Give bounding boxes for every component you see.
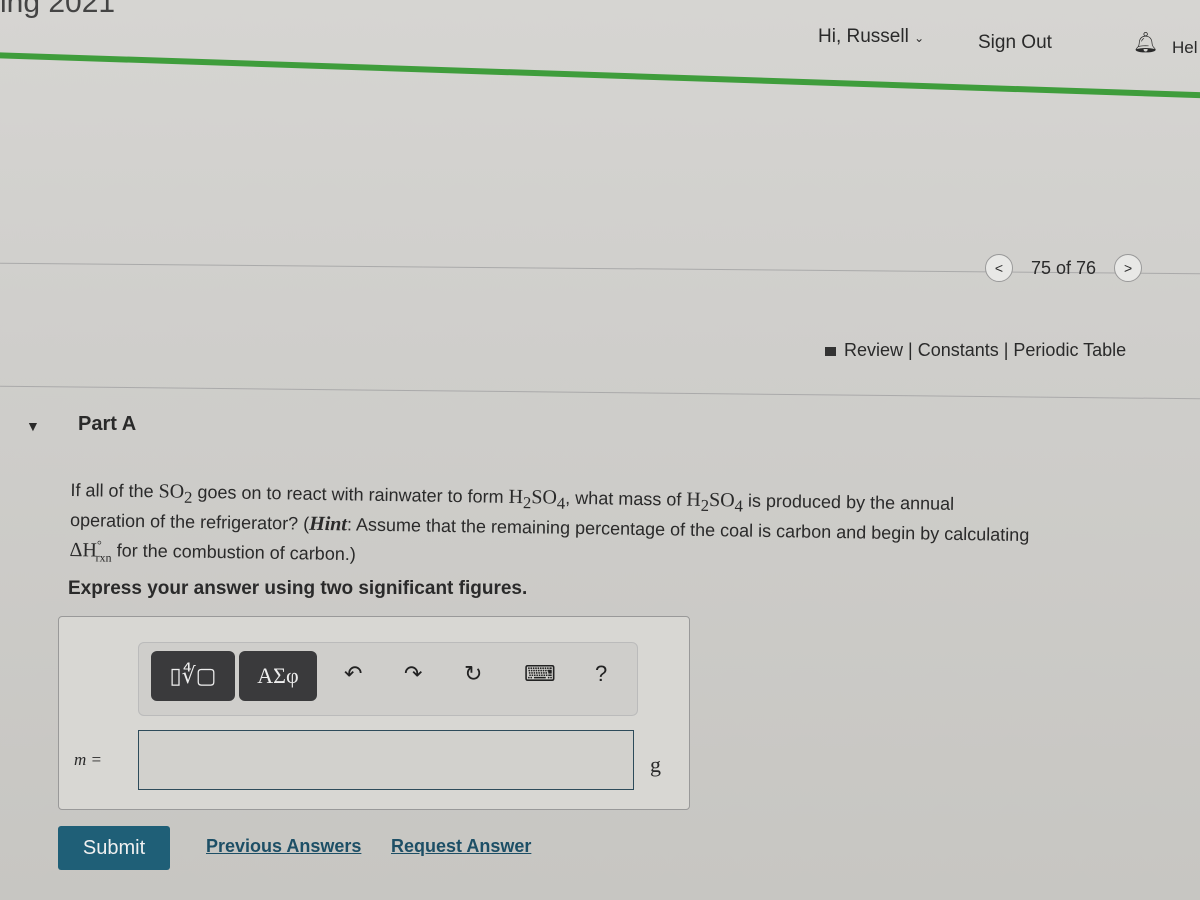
undo-icon[interactable]: ↶	[344, 661, 362, 687]
header-divider	[0, 52, 1200, 100]
math-toolbar: ▯∜▢ ΑΣφ ↶ ↷ ↻ ⌨ ?	[138, 642, 638, 716]
redo-icon[interactable]: ↷	[404, 661, 422, 687]
prev-item-button[interactable]: <	[985, 254, 1013, 282]
greeting-text: Hi, Russell	[818, 26, 909, 47]
instruction-text: Express your answer using two significan…	[68, 578, 528, 599]
keyboard-icon[interactable]: ⌨	[524, 661, 556, 687]
request-answer-link[interactable]: Request Answer	[391, 836, 531, 857]
answer-input[interactable]	[138, 730, 634, 790]
greek-symbols-button[interactable]: ΑΣφ	[239, 651, 317, 701]
divider	[0, 385, 1200, 400]
user-menu[interactable]: Hi, Russell ⌄	[818, 26, 924, 48]
previous-answers-link[interactable]: Previous Answers	[206, 836, 361, 857]
question-text: If all of the SO2 goes on to react with …	[69, 480, 1030, 565]
pager-text: 75 of 76	[1031, 257, 1097, 278]
submit-button[interactable]: Submit	[58, 826, 170, 870]
collapse-triangle-icon[interactable]: ▼	[26, 418, 40, 434]
answer-label: m =	[74, 750, 102, 769]
pager: < 75 of 76 >	[985, 254, 1143, 282]
templates-button[interactable]: ▯∜▢	[151, 651, 235, 701]
bell-icon[interactable]: 🔔︎	[1133, 30, 1158, 55]
reset-icon[interactable]: ↻	[464, 661, 482, 687]
resources-text[interactable]: Review | Constants | Periodic Table	[844, 340, 1126, 360]
sign-out-link[interactable]: Sign Out	[978, 32, 1052, 54]
chevron-down-icon: ⌄	[914, 31, 925, 45]
resources-links[interactable]: Review | Constants | Periodic Table	[825, 340, 1126, 361]
next-item-button[interactable]: >	[1114, 254, 1143, 282]
course-title: ing 2021	[0, 0, 116, 19]
help-link[interactable]: Hel	[1172, 38, 1198, 58]
unit-label: g	[650, 752, 661, 777]
part-title: Part A	[78, 413, 137, 435]
help-icon[interactable]: ?	[595, 661, 607, 687]
resource-icon	[825, 347, 836, 356]
